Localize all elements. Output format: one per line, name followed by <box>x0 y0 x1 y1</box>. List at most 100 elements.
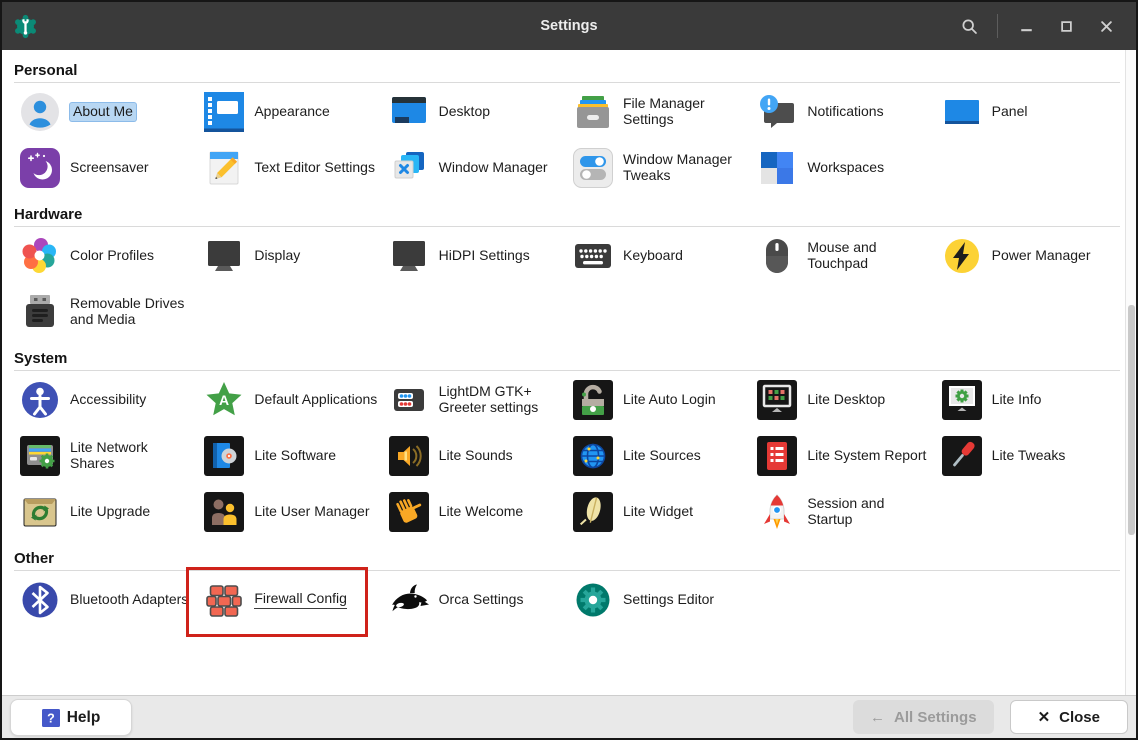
settings-item-about-me[interactable]: About Me <box>14 84 198 140</box>
settings-item-lite-info[interactable]: Lite Info <box>936 372 1120 428</box>
settings-item-mouse-and-touchpad[interactable]: Mouse and Touchpad <box>751 228 935 284</box>
settings-item-accessibility[interactable]: Accessibility <box>14 372 198 428</box>
item-label: Lite Sources <box>622 447 701 464</box>
settings-item-lite-sources[interactable]: Lite Sources <box>567 428 751 484</box>
all-settings-button[interactable]: ← All Settings <box>853 700 994 734</box>
item-label: File Manager Settings <box>622 95 705 127</box>
help-button[interactable]: ? Help <box>10 699 132 736</box>
lite-desktop-icon <box>757 380 798 420</box>
item-label: Accessibility <box>70 391 147 408</box>
auto-login-icon <box>572 380 613 420</box>
settings-item-settings-editor[interactable]: Settings Editor <box>567 572 751 628</box>
maximize-button[interactable] <box>1046 9 1086 43</box>
maximize-icon <box>1056 16 1077 37</box>
settings-item-power-manager[interactable]: Power Manager <box>936 228 1120 284</box>
workspaces-icon <box>757 148 797 188</box>
settings-item-firewall-config[interactable]: Firewall Config <box>186 567 382 637</box>
item-label: Text Editor Settings <box>254 159 375 176</box>
item-label: Lite Desktop <box>807 391 886 408</box>
item-label: Lite Sounds <box>438 447 513 464</box>
settings-item-panel[interactable]: Panel <box>936 84 1120 140</box>
item-label: Appearance <box>254 103 330 120</box>
lite-info-icon <box>941 380 982 420</box>
footer-actions: ← All Settings ✕ Close <box>853 700 1128 734</box>
settings-item-appearance[interactable]: Appearance <box>198 84 382 140</box>
item-label: Lite Software <box>254 447 337 464</box>
settings-item-lite-system-report[interactable]: Lite System Report <box>751 428 935 484</box>
text-editor-icon <box>204 148 244 188</box>
settings-item-hidpi-settings[interactable]: HiDPI Settings <box>383 228 567 284</box>
section-grid: About Me Appearance Desktop File Manager Se… <box>14 84 1120 196</box>
settings-item-file-manager-settings[interactable]: File Manager Settings <box>567 84 751 140</box>
settings-item-bluetooth-adapters[interactable]: Bluetooth Adapters <box>14 572 198 628</box>
section-other: Other Bluetooth Adapters Firewall Config Or… <box>14 550 1120 637</box>
item-label: Workspaces <box>807 159 885 176</box>
item-label: Color Profiles <box>70 247 155 264</box>
section-divider <box>14 570 1120 571</box>
settings-item-desktop[interactable]: Desktop <box>383 84 567 140</box>
firewall-icon <box>204 580 244 620</box>
appearance-icon <box>204 92 245 132</box>
hidpi-icon <box>389 236 429 276</box>
settings-item-keyboard[interactable]: Keyboard <box>567 228 751 284</box>
item-label: Default Applications <box>254 391 378 408</box>
wm-tweaks-icon <box>572 148 613 188</box>
settings-item-lite-upgrade[interactable]: Lite Upgrade <box>14 484 198 540</box>
svg-text:A: A <box>219 392 229 408</box>
settings-item-lite-desktop[interactable]: Lite Desktop <box>751 372 935 428</box>
close-icon <box>1096 16 1117 37</box>
settings-item-screensaver[interactable]: Screensaver <box>14 140 198 196</box>
network-shares-icon <box>20 436 60 476</box>
usb-drive-icon <box>20 292 60 332</box>
close-window-button[interactable] <box>1086 9 1126 43</box>
session-icon <box>757 492 797 532</box>
settings-item-lite-software[interactable]: Lite Software <box>198 428 382 484</box>
scrollbar-thumb[interactable] <box>1128 305 1135 535</box>
settings-item-removable-drives-and-media[interactable]: Removable Drives and Media <box>14 284 198 340</box>
settings-item-text-editor-settings[interactable]: Text Editor Settings <box>198 140 382 196</box>
section-header: System <box>14 350 68 367</box>
scrollbar-track[interactable] <box>1125 50 1136 696</box>
settings-item-orca-settings[interactable]: Orca Settings <box>383 572 567 628</box>
section-header: Other <box>14 550 55 567</box>
color-profiles-icon <box>20 236 60 276</box>
settings-item-default-applications[interactable]: A Default Applications <box>198 372 382 428</box>
close-label: Close <box>1059 708 1100 726</box>
settings-item-lite-auto-login[interactable]: Lite Auto Login <box>567 372 751 428</box>
item-label: Session and Startup <box>807 495 885 527</box>
settings-item-lite-welcome[interactable]: Lite Welcome <box>383 484 567 540</box>
settings-item-notifications[interactable]: Notifications <box>751 84 935 140</box>
settings-item-lite-widget[interactable]: Lite Widget <box>567 484 751 540</box>
item-label: Settings Editor <box>622 591 715 608</box>
settings-editor-icon <box>573 580 613 620</box>
settings-item-lite-sounds[interactable]: Lite Sounds <box>383 428 567 484</box>
file-manager-icon <box>573 92 613 132</box>
all-settings-label: All Settings <box>894 708 977 726</box>
settings-item-lightdm-gtk-greeter-settings[interactable]: LightDM GTK+ Greeter settings <box>383 372 567 428</box>
footer-bar: ? Help ← All Settings ✕ Close <box>2 695 1136 738</box>
settings-item-window-manager-tweaks[interactable]: Window Manager Tweaks <box>567 140 751 196</box>
settings-item-lite-user-manager[interactable]: Lite User Manager <box>198 484 382 540</box>
settings-item-display[interactable]: Display <box>198 228 382 284</box>
item-label: Power Manager <box>991 247 1091 264</box>
help-label: Help <box>66 708 101 726</box>
search-button[interactable] <box>949 9 989 43</box>
settings-item-color-profiles[interactable]: Color Profiles <box>14 228 198 284</box>
software-icon <box>204 436 245 476</box>
close-button[interactable]: ✕ Close <box>1009 700 1128 734</box>
settings-item-lite-network-shares[interactable]: Lite Network Shares <box>14 428 198 484</box>
user-manager-icon <box>204 492 245 532</box>
minimize-icon <box>1016 16 1037 37</box>
settings-item-lite-tweaks[interactable]: Lite Tweaks <box>936 428 1120 484</box>
section-personal: Personal About Me Appearance Desktop File Ma… <box>14 62 1120 196</box>
item-label: Keyboard <box>622 247 683 264</box>
item-label: Removable Drives and Media <box>70 295 185 327</box>
settings-item-window-manager[interactable]: Window Manager <box>383 140 567 196</box>
item-label: HiDPI Settings <box>438 247 530 264</box>
settings-item-workspaces[interactable]: Workspaces <box>751 140 935 196</box>
item-label: Panel <box>991 103 1028 120</box>
upgrade-icon <box>20 492 60 532</box>
settings-item-session-and-startup[interactable]: Session and Startup <box>751 484 935 540</box>
minimize-button[interactable] <box>1006 9 1046 43</box>
orca-icon <box>389 580 429 620</box>
